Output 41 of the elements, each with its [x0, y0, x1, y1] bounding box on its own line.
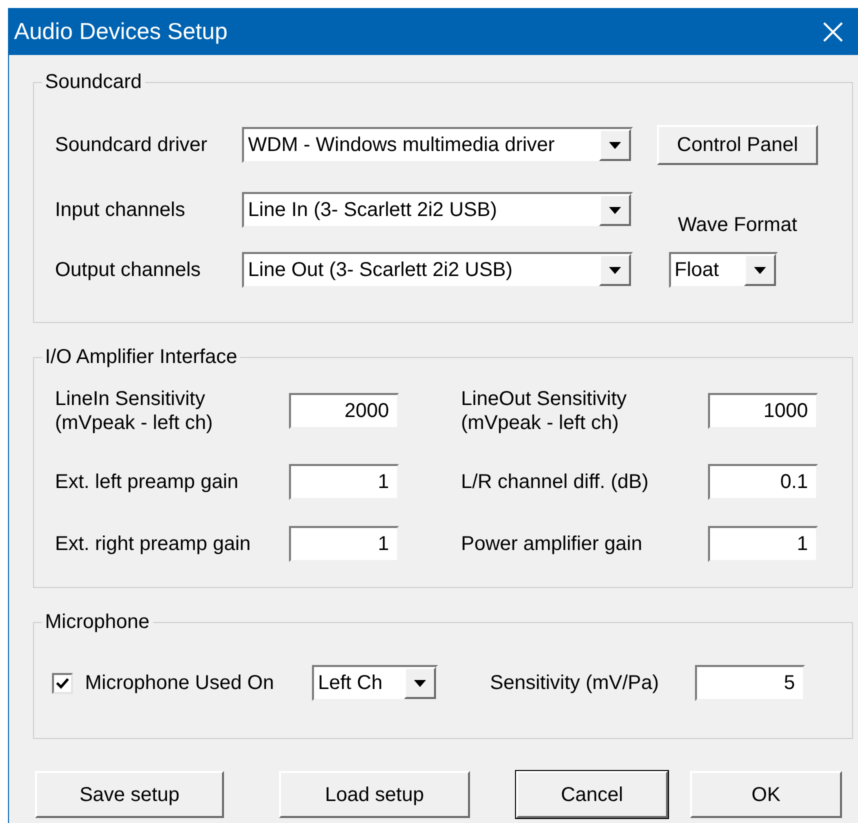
dialog-button[interactable]: Cancel	[516, 771, 668, 818]
dialog-button[interactable]: OK	[690, 771, 842, 818]
group-title: I/O Amplifier Interface	[44, 346, 238, 368]
dialog-button[interactable]: Load setup	[279, 771, 470, 818]
control-panel-button[interactable]: Control Panel	[657, 125, 818, 165]
field-label: Ext. left preamp gain	[55, 470, 240, 495]
dropdown-arrow-icon	[609, 142, 621, 148]
checkbox[interactable]	[52, 672, 73, 694]
field-label: Input channels	[55, 198, 186, 223]
group-title: Microphone	[44, 611, 151, 633]
dropdown[interactable]: Line Out (3- Scarlett 2i2 USB)	[242, 252, 633, 288]
field-label: Power amplifier gain	[461, 532, 644, 557]
input-field[interactable]: 2000	[289, 393, 399, 429]
dialog-button[interactable]: Save setup	[35, 771, 224, 818]
field-label: Wave Format	[678, 214, 798, 236]
input-field[interactable]: 1000	[708, 393, 818, 429]
field-label: Sensitivity (mV/Pa)	[490, 671, 660, 696]
dropdown[interactable]: Line In (3- Scarlett 2i2 USB)	[242, 192, 633, 228]
input-field[interactable]: 1	[289, 464, 399, 500]
input-field[interactable]: 0.1	[708, 464, 818, 500]
group-title: Soundcard	[44, 71, 143, 93]
dropdown[interactable]: Float	[668, 252, 778, 288]
checkbox-label: Microphone Used On	[85, 671, 275, 696]
input-field[interactable]: 1	[289, 526, 399, 562]
field-label: Output channels	[55, 258, 202, 283]
field-label: LineOut Sensitivity (mVpeak - left ch)	[461, 389, 628, 433]
dropdown[interactable]: Left Ch	[312, 665, 438, 701]
checkmark-icon	[56, 678, 69, 688]
field-label: Ext. right preamp gain	[55, 532, 252, 557]
dropdown-arrow-icon	[609, 206, 621, 214]
dropdown-arrow-icon	[414, 680, 426, 686]
dropdown-arrow-icon	[609, 266, 621, 274]
close-icon	[823, 22, 843, 42]
dropdown[interactable]: WDM - Windows multimedia driver	[242, 127, 633, 163]
window-title: Audio Devices Setup	[14, 17, 228, 46]
field-label: Soundcard driver	[55, 133, 208, 158]
field-label: L/R channel diff. (dB)	[461, 470, 650, 495]
input-field[interactable]: 1	[708, 526, 818, 562]
field-label: LineIn Sensitivity (mVpeak - left ch)	[55, 389, 214, 433]
input-field[interactable]: 5	[695, 665, 805, 701]
dropdown-arrow-icon	[754, 266, 766, 274]
